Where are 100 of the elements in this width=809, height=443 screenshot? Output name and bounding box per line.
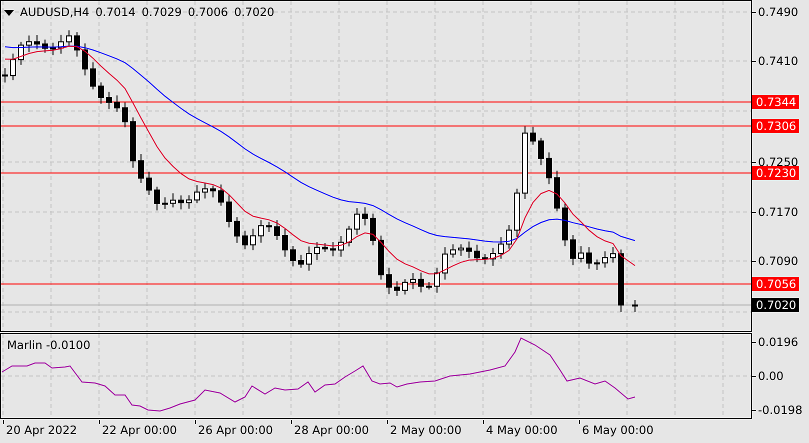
candlestick — [146, 171, 152, 196]
candlestick — [354, 208, 360, 236]
price-value: 0.7014 — [95, 4, 136, 21]
candlestick — [338, 236, 344, 258]
candlestick — [450, 244, 456, 258]
candlestick — [554, 170, 560, 212]
time-label: 2 May 00:00 — [390, 422, 462, 439]
candlestick — [458, 244, 464, 256]
price-value: 0.7029 — [142, 4, 182, 21]
price-value: 0.7020 — [234, 4, 274, 21]
candlestick — [586, 246, 592, 270]
candlestick — [506, 224, 512, 250]
candlestick — [26, 34, 32, 53]
candlestick — [106, 91, 112, 110]
candlestick — [514, 188, 520, 238]
candlestick — [154, 186, 160, 211]
candlestick — [202, 182, 208, 200]
candlestick — [402, 278, 408, 295]
candlestick — [330, 242, 336, 257]
candlestick — [418, 272, 424, 293]
candlestick — [234, 216, 240, 244]
candlestick — [98, 82, 104, 104]
candlestick — [210, 185, 216, 198]
axis-label: 0.7090 — [758, 254, 798, 268]
candlestick — [578, 246, 584, 263]
candlestick — [314, 242, 320, 260]
candlestick — [194, 184, 200, 204]
candlestick — [466, 241, 472, 259]
candlestick — [290, 246, 296, 267]
candlestick — [498, 236, 504, 260]
candlestick — [370, 213, 376, 246]
candlestick — [74, 32, 80, 58]
price-tag: 0.7020 — [752, 298, 800, 312]
candlestick — [50, 42, 56, 56]
time-label: 20 Apr 2022 — [6, 422, 78, 439]
candlestick — [82, 42, 88, 76]
price-value: 0.7006 — [188, 4, 228, 21]
price-tag: 0.7344 — [752, 95, 800, 109]
candlestick — [266, 221, 272, 232]
candlestick — [170, 192, 176, 208]
candlestick — [562, 202, 568, 247]
candlestick — [242, 230, 248, 250]
candlestick — [378, 235, 384, 280]
candlestick — [42, 39, 48, 54]
candlestick — [122, 102, 128, 128]
candlestick — [482, 254, 488, 265]
price-tag: 0.7056 — [752, 277, 800, 291]
dropdown-icon[interactable] — [4, 10, 14, 16]
candlestick — [114, 94, 120, 112]
time-label: 6 May 00:00 — [582, 422, 654, 439]
axis-label: 0.00 — [758, 369, 784, 383]
axis-label: 0.7250 — [758, 155, 798, 169]
axis-label: -0.0198 — [758, 403, 802, 417]
indicator-label: Marlin -0.0100 — [7, 337, 90, 354]
candlestick — [346, 225, 352, 247]
candlestick — [594, 259, 600, 271]
axis-label: 0.7410 — [758, 54, 798, 68]
candlestick — [58, 34, 64, 54]
candlestick — [474, 244, 480, 263]
candlestick — [226, 194, 232, 228]
candlestick — [2, 68, 8, 83]
candlestick — [490, 247, 496, 266]
candlestick — [538, 137, 544, 166]
candlestick — [34, 34, 40, 50]
candlestick — [632, 300, 638, 312]
candlestick — [570, 234, 576, 266]
candlestick — [426, 282, 432, 290]
candlestick — [130, 116, 136, 168]
candlestick — [218, 184, 224, 206]
candlestick — [386, 267, 392, 295]
symbol-label: AUDUSD,H4 — [20, 4, 90, 21]
time-label: 4 May 00:00 — [486, 422, 558, 439]
candlestick — [610, 246, 616, 264]
candlestick — [138, 153, 144, 184]
axis-label: 0.7170 — [758, 205, 798, 219]
candlestick — [258, 220, 264, 244]
candlestick — [434, 267, 440, 294]
price-tag: 0.7306 — [752, 119, 800, 133]
candlestick — [274, 220, 280, 241]
candlestick — [250, 228, 256, 251]
candlestick — [530, 126, 536, 146]
candlestick — [10, 53, 16, 81]
time-label: 26 Apr 00:00 — [198, 422, 273, 439]
time-label: 28 Apr 00:00 — [294, 422, 369, 439]
time-label: 22 Apr 00:00 — [102, 422, 177, 439]
candlestick — [306, 246, 312, 272]
candlestick — [618, 249, 624, 312]
candlestick — [362, 206, 368, 226]
candlestick — [66, 30, 72, 46]
price-tag: 0.7230 — [752, 166, 800, 180]
candlestick — [394, 280, 400, 296]
axis-label: 0.0196 — [758, 335, 798, 349]
candlestick — [602, 250, 608, 268]
candlestick — [442, 246, 448, 280]
candlestick — [162, 196, 168, 210]
candlestick — [178, 194, 184, 210]
axis-label: 0.7490 — [758, 5, 798, 19]
candlestick — [90, 62, 96, 90]
candlestick — [546, 152, 552, 185]
candlestick — [186, 194, 192, 210]
